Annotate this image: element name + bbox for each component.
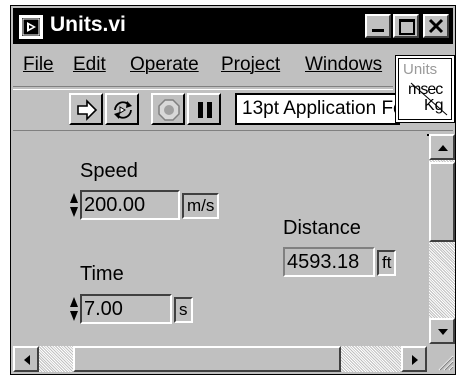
run-continuously-icon	[114, 101, 132, 119]
arrow-down-icon	[438, 329, 448, 335]
menu-operate[interactable]: Operate	[130, 54, 199, 76]
front-panel: Speed 200.00 m/s Distance 4593.18 ft Tim…	[13, 134, 427, 344]
vi-icon-denominator: Kg	[424, 97, 444, 114]
vi-icon-label: Units	[403, 61, 438, 78]
scroll-right-button[interactable]	[401, 346, 427, 372]
run-button[interactable]	[69, 93, 103, 125]
speed-label: Speed	[80, 160, 138, 182]
run-continuously-button[interactable]	[105, 93, 139, 125]
menu-file[interactable]: File	[23, 54, 54, 76]
run-arrow-icon	[77, 99, 98, 121]
text-settings-selector[interactable]: 13pt Application Font	[235, 93, 400, 125]
menu-separator	[13, 86, 393, 90]
time-unit[interactable]: s	[174, 297, 193, 323]
distance-label: Distance	[283, 217, 361, 239]
time-input[interactable]: 7.00	[80, 294, 172, 324]
minimize-button[interactable]	[365, 14, 391, 38]
menu-edit[interactable]: Edit	[73, 54, 106, 76]
labview-vi-icon[interactable]	[19, 15, 43, 39]
resize-grip[interactable]	[429, 346, 455, 372]
speed-unit[interactable]: m/s	[182, 193, 220, 219]
time-increment-icon[interactable]	[69, 294, 79, 324]
abort-execution-icon	[158, 99, 180, 121]
arrow-left-icon	[24, 355, 30, 365]
pause-button[interactable]	[187, 93, 221, 125]
vi-window: Units.vi File Edit Operate Project Windo…	[10, 5, 456, 375]
time-label: Time	[80, 263, 124, 285]
scroll-up-button[interactable]	[429, 134, 455, 160]
title-bar[interactable]: Units.vi	[13, 8, 453, 44]
window-title: Units.vi	[50, 13, 126, 36]
speed-input[interactable]: 200.00	[80, 190, 180, 220]
vertical-scroll-thumb[interactable]	[429, 162, 455, 242]
menu-project[interactable]: Project	[221, 54, 280, 76]
distance-indicator: 4593.18	[283, 247, 375, 277]
pause-icon	[198, 102, 212, 118]
horizontal-scroll-thumb[interactable]	[73, 346, 341, 372]
menu-bar: File Edit Operate Project Windows	[13, 46, 393, 88]
scroll-left-button[interactable]	[13, 346, 39, 372]
resize-grip-icon	[438, 355, 454, 371]
vertical-scrollbar[interactable]	[429, 134, 455, 344]
maximize-button[interactable]	[393, 14, 419, 38]
menu-windows[interactable]: Windows	[305, 54, 382, 76]
speed-increment-icon[interactable]	[69, 190, 79, 220]
arrow-right-icon	[412, 355, 418, 365]
abort-button[interactable]	[151, 93, 185, 125]
vi-icon-frame: Units msec Kg	[398, 58, 452, 120]
distance-unit[interactable]: ft	[377, 250, 397, 276]
scroll-down-button[interactable]	[429, 318, 455, 344]
vi-connector-icon[interactable]: Units msec Kg	[395, 55, 455, 123]
arrow-up-icon	[438, 145, 448, 151]
horizontal-scrollbar[interactable]	[13, 346, 427, 372]
close-button[interactable]	[423, 14, 449, 38]
